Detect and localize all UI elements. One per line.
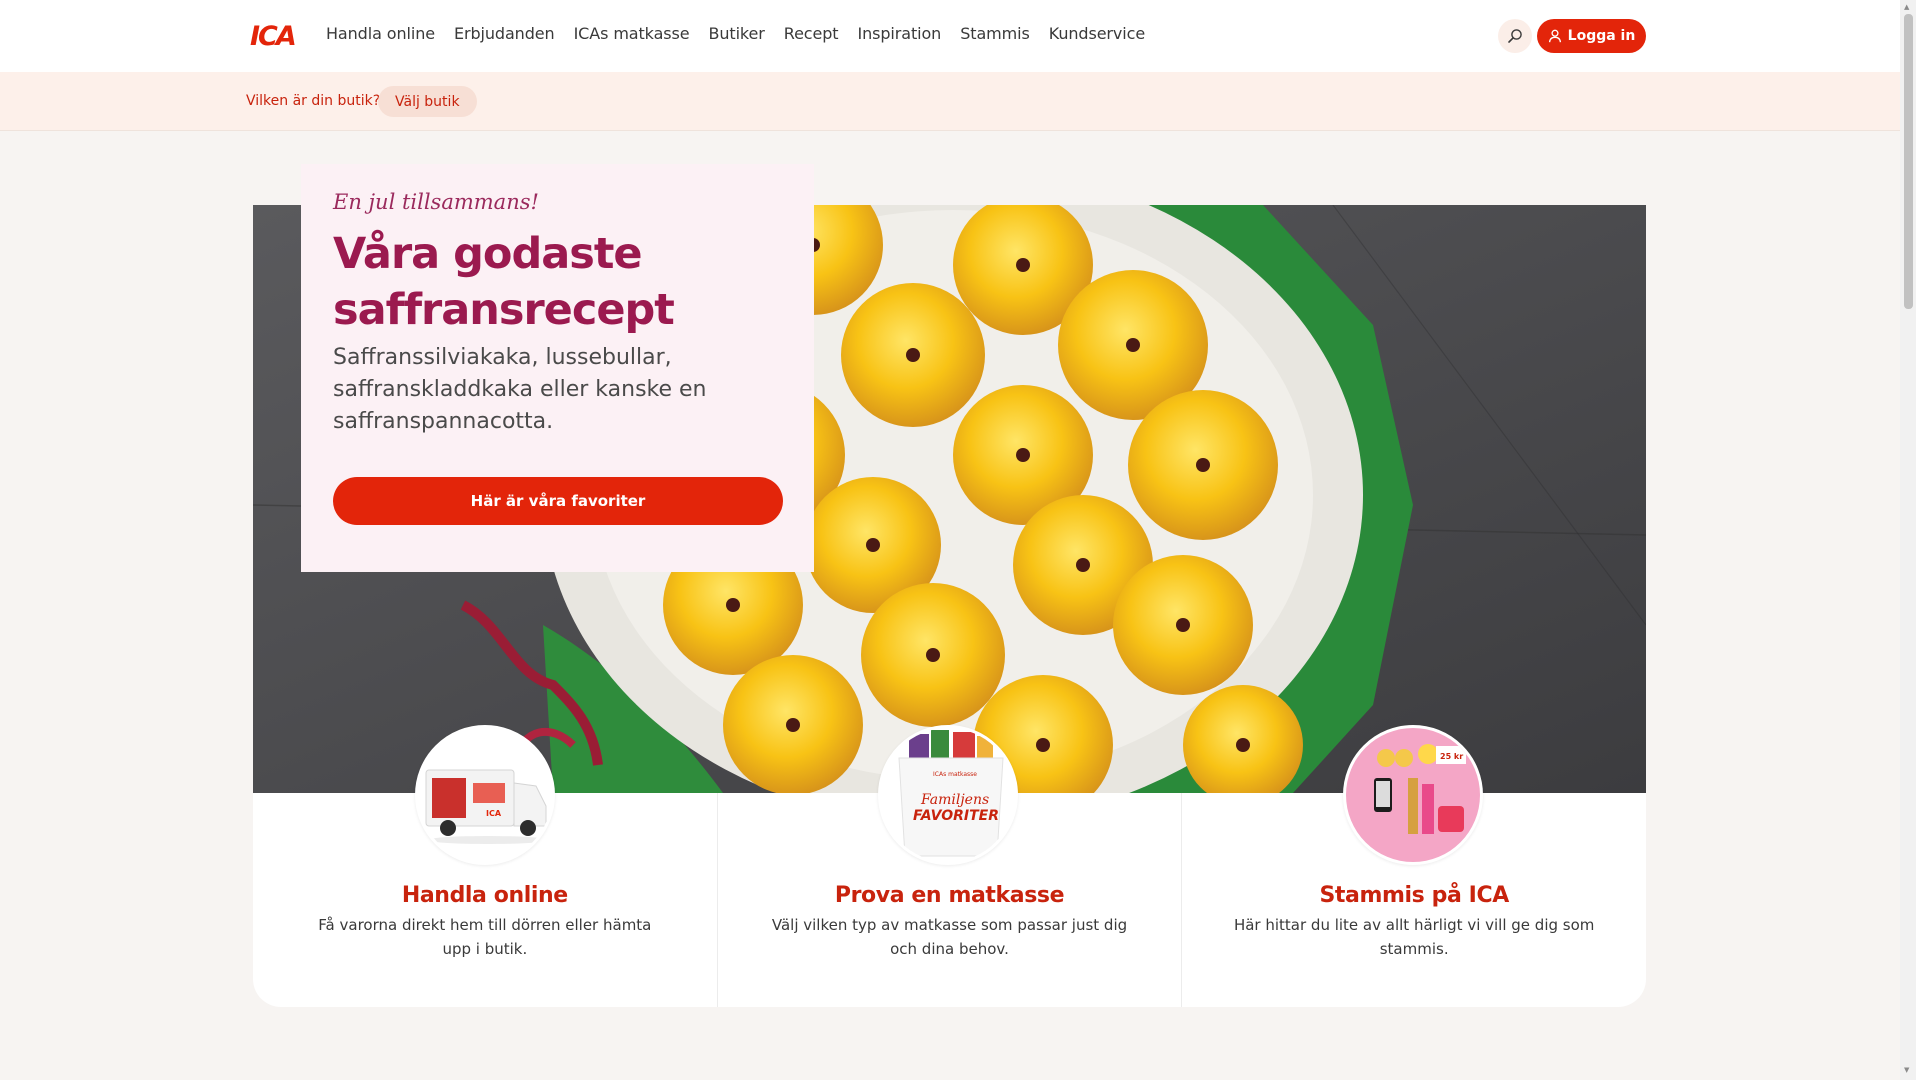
nav-kundservice[interactable]: Kundservice	[1049, 24, 1145, 43]
svg-text:FAVORITER: FAVORITER	[913, 808, 999, 824]
stammis-image: 25 kr	[1343, 725, 1483, 865]
choose-store-button[interactable]: Välj butik	[378, 86, 477, 117]
svg-text:ICA: ICA	[486, 809, 502, 818]
grocery-bag-icon: ICAs matkasse Familjens FAVORITER	[881, 728, 1015, 862]
scroll-thumb[interactable]	[1904, 14, 1913, 309]
hero-title: Våra godaste saffransrecept	[333, 229, 675, 335]
grocery-bag-image: ICAs matkasse Familjens FAVORITER	[878, 725, 1018, 865]
hero-card: En jul tillsammans! Våra godaste saffran…	[301, 164, 814, 572]
card-text: Välj vilken typ av matkasse som passar j…	[771, 916, 1128, 958]
nav-inspiration[interactable]: Inspiration	[857, 24, 941, 43]
hero-kicker: En jul tillsammans!	[333, 190, 539, 214]
login-button[interactable]: Logga in	[1537, 19, 1646, 53]
card-text: Få varorna direkt hem till dörren eller …	[318, 916, 652, 958]
login-label: Logga in	[1567, 28, 1636, 44]
delivery-truck-icon: ICA	[418, 728, 552, 862]
scroll-down-arrow-icon[interactable]: ▼	[1904, 1066, 1909, 1074]
nav-recept[interactable]: Recept	[784, 24, 839, 43]
site-header: ICA Handla online Erbjudanden ICAs matka…	[0, 0, 1900, 72]
svg-text:ICAs matkasse: ICAs matkasse	[933, 771, 977, 778]
svg-text:25 kr: 25 kr	[1440, 752, 1463, 761]
svg-text:ICA: ICA	[250, 21, 295, 50]
card-title: Handla online	[401, 883, 568, 908]
nav-icas-matkasse[interactable]: ICAs matkasse	[574, 24, 690, 43]
page-scrollbar[interactable]: ▲ ▼	[1900, 0, 1916, 1080]
nav-butiker[interactable]: Butiker	[709, 24, 765, 43]
nav-erbjudanden[interactable]: Erbjudanden	[454, 24, 555, 43]
store-question: Vilken är din butik?	[246, 93, 381, 109]
nav-stammis[interactable]: Stammis	[960, 24, 1030, 43]
search-button[interactable]	[1498, 19, 1532, 53]
search-icon	[1508, 29, 1522, 43]
delivery-truck-image: ICA	[415, 725, 555, 865]
svg-text:Familjens: Familjens	[920, 792, 989, 808]
nav-handla-online[interactable]: Handla online	[326, 24, 435, 43]
user-icon	[1548, 29, 1561, 43]
card-title: Stammis på ICA	[1319, 883, 1509, 908]
hero-text: Saffranssilviakaka, lussebullar, saffran…	[333, 345, 707, 434]
stammis-items-icon: 25 kr	[1346, 728, 1480, 862]
store-selector-bar: Vilken är din butik? Välj butik	[0, 72, 1900, 131]
hero-cta-button[interactable]: Här är våra favoriter	[333, 477, 783, 525]
ica-logo[interactable]: ICA	[250, 20, 298, 50]
card-text: Här hittar du lite av allt härligt vi vi…	[1233, 916, 1595, 958]
main-nav: Handla online Erbjudanden ICAs matkasse …	[326, 24, 1164, 43]
scroll-up-arrow-icon[interactable]: ▲	[1904, 3, 1909, 11]
card-title: Prova en matkasse	[834, 883, 1065, 908]
